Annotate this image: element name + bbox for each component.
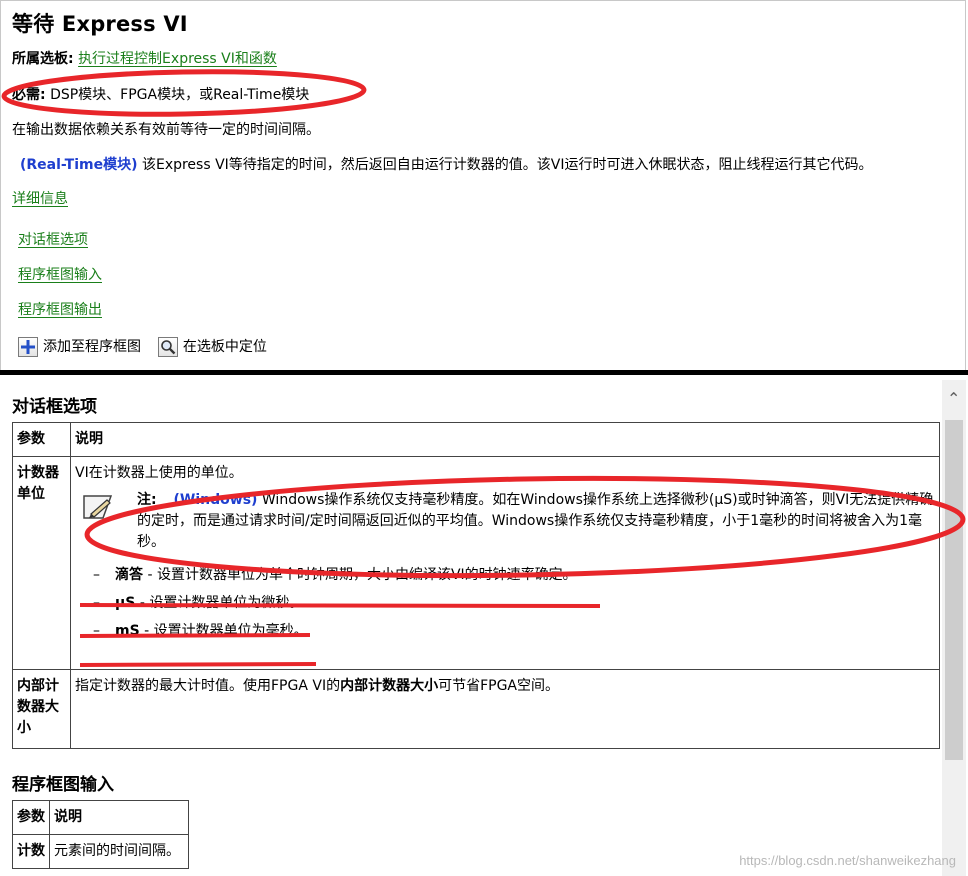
param-counter-units: 计数器单位: [17, 465, 59, 502]
description: 在输出数据依赖关系有效前等待一定的时间间隔。: [12, 122, 320, 138]
param-count: 计数: [17, 843, 45, 859]
add-to-diagram-label[interactable]: 添加至程序框图: [43, 339, 141, 355]
rt-label: (Real-Time模块): [20, 157, 138, 173]
locate-in-palette-label[interactable]: 在选板中定位: [183, 339, 267, 355]
requires-value: DSP模块、FPGA模块，或Real-Time模块: [50, 87, 310, 103]
add-icon[interactable]: [18, 337, 38, 357]
counter-units-desc: VI在计数器上使用的单位。: [75, 465, 243, 481]
vertical-scrollbar[interactable]: ⌃: [942, 380, 966, 876]
table-row: 内部计数器大小 指定计数器的最大计时值。使用FPGA VI的内部计数器大小可节省…: [12, 669, 940, 749]
param-internal-counter-size: 内部计数器大小: [17, 678, 59, 736]
requires-line: 必需: DSP模块、FPGA模块，或Real-Time模块: [12, 84, 309, 104]
diagram-inputs-table: 参数 说明 计数 元素间的时间间隔。: [12, 800, 189, 869]
link-dialog-options[interactable]: 对话框选项: [18, 229, 88, 249]
col-desc-header: 说明: [75, 431, 103, 447]
rt-text: 该Express VI等待指定的时间，然后返回自由运行计数器的值。该VI运行时可…: [141, 157, 873, 173]
search-icon[interactable]: [157, 337, 178, 357]
list-item: – 滴答 - 设置计数器单位为单个时钟周期，大小由编译该VI的时钟速率确定。: [93, 567, 577, 583]
list-item: – μS - 设置计数器单位为微秒。: [93, 595, 304, 611]
action-bar: 添加至程序框图 在选板中定位: [18, 336, 267, 357]
col-param-header: 参数: [17, 431, 45, 447]
scrollbar-thumb[interactable]: [945, 420, 963, 760]
note-label: 注:: [137, 492, 157, 508]
note-block: 注: (Windows) Windows操作系统仅支持毫秒精度。如在Window…: [75, 490, 935, 553]
palette-label: 所属选板:: [12, 51, 74, 67]
note-pencil-icon: [83, 495, 113, 519]
palette-line: 所属选板: 执行过程控制Express VI和函数: [12, 48, 277, 68]
rt-line: (Real-Time模块) 该Express VI等待指定的时间，然后返回自由运…: [20, 154, 873, 174]
link-diagram-outputs[interactable]: 程序框图输出: [18, 299, 102, 319]
note-text: Windows操作系统仅支持毫秒精度。如在Windows操作系统上选择微秒(μS…: [137, 492, 934, 550]
note-windows: (Windows): [173, 492, 258, 508]
scroll-up-icon[interactable]: ⌃: [947, 391, 960, 407]
link-diagram-inputs[interactable]: 程序框图输入: [18, 264, 102, 284]
diagram-inputs-heading: 程序框图输入: [12, 775, 114, 795]
palette-link[interactable]: 执行过程控制Express VI和函数: [78, 51, 277, 67]
list-item: – mS - 设置计数器单位为毫秒。: [93, 623, 308, 639]
section-divider: [0, 370, 968, 375]
table-header-row: 参数 说明: [12, 800, 189, 835]
table-row: 计数 元素间的时间间隔。: [12, 834, 189, 869]
table-header-row: 参数 说明: [12, 422, 940, 457]
dialog-options-table: 参数 说明 计数器单位 VI在计数器上使用的单位。 注: (Windows) W…: [12, 422, 940, 749]
requires-label: 必需:: [12, 87, 46, 103]
dialog-options-heading: 对话框选项: [12, 397, 97, 417]
detail-link[interactable]: 详细信息: [12, 188, 68, 208]
page-title: 等待 Express VI: [12, 12, 188, 36]
table-row: 计数器单位 VI在计数器上使用的单位。 注: (Windows) Windows…: [12, 456, 940, 670]
watermark: https://blog.csdn.net/shanweikezhang: [739, 853, 956, 868]
